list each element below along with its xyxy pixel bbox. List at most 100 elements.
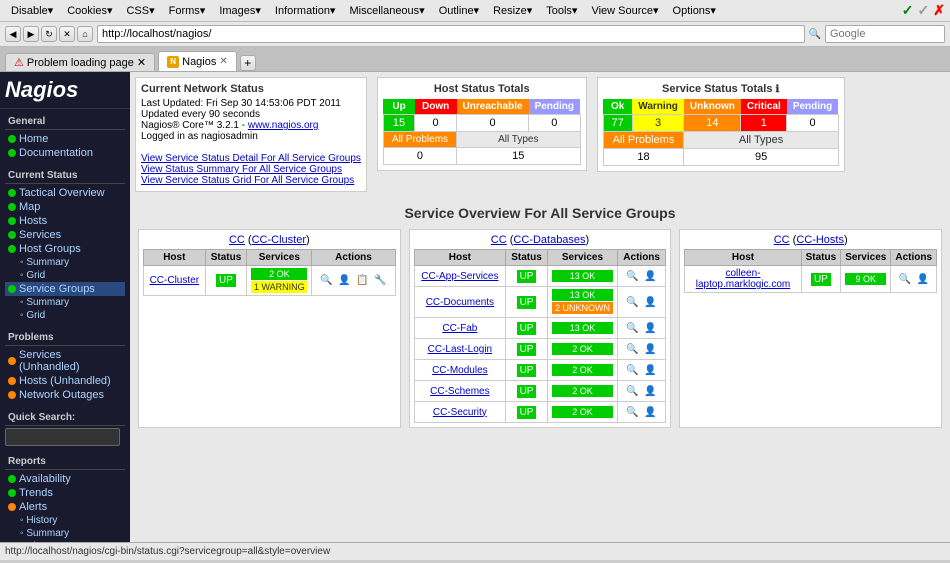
view-status-summary-link[interactable]: View Status Summary For All Service Grou… [141, 164, 342, 175]
svc-unknown-count[interactable]: 14 [684, 115, 741, 132]
cc-schemes-link[interactable]: CC-Schemes [430, 386, 489, 397]
forward-button[interactable]: ▶ [23, 26, 39, 42]
sidebar-item-tactical-overview[interactable]: Tactical Overview [5, 186, 125, 200]
menu-miscellaneous[interactable]: Miscellaneous▾ [343, 2, 430, 19]
search-input[interactable] [825, 25, 945, 43]
search-icon-6[interactable]: 🔍 [625, 383, 641, 399]
sidebar-item-network-outages[interactable]: Network Outages [5, 388, 125, 402]
menu-resize[interactable]: Resize▾ [487, 2, 538, 19]
sg-cc-db-sub-link[interactable]: CC-Databases [513, 234, 585, 246]
sg-cc-db-link[interactable]: CC [491, 234, 507, 246]
host-types-count[interactable]: 15 [457, 148, 580, 165]
back-button[interactable]: ◀ [5, 26, 21, 42]
cc-documents-link[interactable]: CC-Documents [426, 297, 494, 308]
host-up-count[interactable]: 15 [383, 115, 414, 132]
search-icon-3[interactable]: 🔍 [625, 320, 641, 336]
sidebar-item-map[interactable]: Map [5, 200, 125, 214]
sg-cc-hosts-link[interactable]: CC [774, 234, 790, 246]
person-icon-2[interactable]: 👤 [643, 294, 659, 310]
menu-view-source[interactable]: View Source▾ [585, 2, 664, 19]
sidebar-subitem-history[interactable]: ◦ History [5, 514, 125, 527]
search-icon-5[interactable]: 🔍 [625, 362, 641, 378]
sidebar-item-documentation[interactable]: Documentation [5, 146, 125, 160]
sidebar-item-trends[interactable]: Trends [5, 486, 125, 500]
cc-modules-link[interactable]: CC-Modules [432, 365, 488, 376]
person-action-icon[interactable]: 👤 [337, 273, 353, 289]
new-tab-button[interactable]: + [240, 55, 256, 71]
menu-outline[interactable]: Outline▾ [433, 2, 485, 19]
person-icon[interactable]: 👤 [643, 268, 659, 284]
search-icon-8[interactable]: 🔍 [897, 271, 913, 287]
svc-ok-count[interactable]: 77 [603, 115, 632, 132]
svc-all-problems[interactable]: All Problems [603, 132, 684, 149]
menu-options[interactable]: Options▾ [667, 2, 722, 19]
view-service-status-grid-link[interactable]: View Service Status Grid For All Service… [141, 175, 354, 186]
sg-cc-hosts-sub-link[interactable]: CC-Hosts [796, 234, 844, 246]
problem-tab-close[interactable]: ✕ [137, 56, 146, 69]
host-unreachable-count[interactable]: 0 [457, 115, 529, 132]
sg-cc-cluster-sub-link[interactable]: CC-Cluster [252, 234, 306, 246]
search-icon-2[interactable]: 🔍 [625, 294, 641, 310]
host-all-types[interactable]: All Types [457, 132, 580, 148]
search-icon-4[interactable]: 🔍 [625, 341, 641, 357]
person-icon-6[interactable]: 👤 [643, 383, 659, 399]
refresh-button[interactable]: ↻ [41, 26, 57, 42]
cc-security-link[interactable]: CC-Security [433, 407, 487, 418]
svc-warning-count[interactable]: 3 [632, 115, 684, 132]
person-icon-5[interactable]: 👤 [643, 362, 659, 378]
host-problems-count[interactable]: 0 [383, 148, 456, 165]
sidebar-item-home[interactable]: Home [5, 132, 125, 146]
problem-tab[interactable]: ⚠ Problem loading page ✕ [5, 53, 155, 71]
person-icon-3[interactable]: 👤 [643, 320, 659, 336]
svc-all-types[interactable]: All Types [684, 132, 838, 149]
person-icon-7[interactable]: 👤 [643, 404, 659, 420]
menu-forms[interactable]: Forms▾ [163, 2, 212, 19]
cc-fab-link[interactable]: CC-Fab [442, 323, 477, 334]
svc-critical-count[interactable]: 1 [741, 115, 787, 132]
sidebar-item-hosts-unhandled[interactable]: Hosts (Unhandled) [5, 374, 125, 388]
search-icon[interactable]: 🔍 [625, 268, 641, 284]
svc-pending-count[interactable]: 0 [787, 115, 838, 132]
url-bar[interactable] [97, 25, 805, 43]
menu-images[interactable]: Images▾ [213, 2, 267, 19]
menu-tools[interactable]: Tools▾ [540, 2, 583, 19]
sidebar-subitem-summary-3[interactable]: ◦ Summary [5, 527, 125, 540]
sidebar-item-availability[interactable]: Availability [5, 472, 125, 486]
sidebar-item-alerts[interactable]: Alerts [5, 500, 125, 514]
nagios-tab-close[interactable]: ✕ [219, 56, 227, 67]
home-button[interactable]: ⌂ [77, 26, 93, 42]
colleen-host-link[interactable]: colleen-laptop.marklogic.com [696, 268, 790, 290]
search-icon-7[interactable]: 🔍 [625, 404, 641, 420]
menu-information[interactable]: Information▾ [269, 2, 342, 19]
sidebar-subitem-summary-2[interactable]: ◦ Summary [5, 296, 125, 309]
svc-types-count[interactable]: 95 [684, 149, 838, 166]
sidebar-subitem-histogram[interactable]: ◦ Histogram [5, 540, 125, 542]
sidebar-item-hosts[interactable]: Hosts [5, 214, 125, 228]
cc-cluster-host-link[interactable]: CC-Cluster [150, 275, 199, 286]
svc-problems-count[interactable]: 18 [603, 149, 684, 166]
sidebar-subitem-grid-1[interactable]: ◦ Grid [5, 269, 125, 282]
sg-cc-cluster-link[interactable]: CC [229, 234, 245, 246]
stop-button[interactable]: ✕ [59, 26, 75, 42]
reschedule-action-icon[interactable]: 📋 [355, 273, 371, 289]
version-link[interactable]: www.nagios.org [248, 120, 319, 131]
view-service-status-detail-link[interactable]: View Service Status Detail For All Servi… [141, 153, 361, 164]
sidebar-item-services[interactable]: Services [5, 228, 125, 242]
nagios-tab[interactable]: N Nagios ✕ [158, 51, 237, 71]
sidebar-item-service-groups[interactable]: Service Groups [5, 282, 125, 296]
menu-cookies[interactable]: Cookies▾ [61, 2, 118, 19]
sidebar-subitem-grid-2[interactable]: ◦ Grid [5, 309, 125, 322]
quick-search-input[interactable] [5, 428, 120, 446]
sidebar-item-services-unhandled[interactable]: Services (Unhandled) [5, 348, 125, 374]
menu-disable[interactable]: Disable▾ [5, 2, 59, 19]
cc-last-login-link[interactable]: CC-Last-Login [428, 344, 492, 355]
sidebar-item-host-groups[interactable]: Host Groups [5, 242, 125, 256]
person-icon-4[interactable]: 👤 [643, 341, 659, 357]
person-icon-8[interactable]: 👤 [915, 271, 931, 287]
sidebar-subitem-summary-1[interactable]: ◦ Summary [5, 256, 125, 269]
cc-app-services-link[interactable]: CC-App-Services [421, 271, 498, 282]
host-down-count[interactable]: 0 [415, 115, 457, 132]
menu-css[interactable]: CSS▾ [120, 2, 160, 19]
search-action-icon[interactable]: 🔍 [319, 273, 335, 289]
host-pending-count[interactable]: 0 [529, 115, 580, 132]
